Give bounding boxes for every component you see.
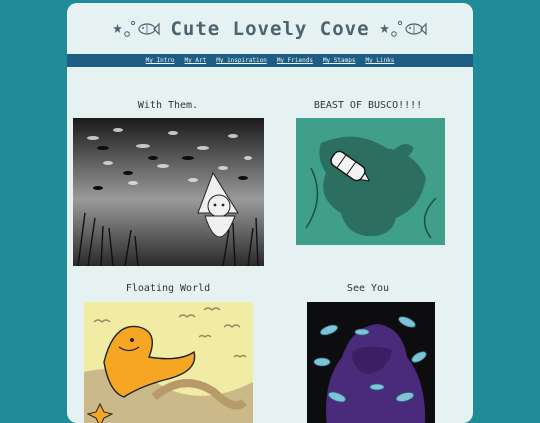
nav-link-stamps[interactable]: My Stamps xyxy=(323,57,356,64)
artwork-caption: Floating World xyxy=(125,283,211,294)
artwork-image-with-them[interactable] xyxy=(73,118,264,266)
nav-link-intro[interactable]: My Intro xyxy=(146,57,175,64)
fish-icon xyxy=(404,22,427,36)
star-icon xyxy=(379,24,389,33)
bubbles-icon xyxy=(390,18,403,40)
header-decoration-left xyxy=(113,17,161,41)
artwork-image-beast-of-busco[interactable] xyxy=(296,118,445,245)
star-icon xyxy=(113,24,123,33)
art-gallery: With Them. BEAST OF BUSCO!!!! Floating W… xyxy=(67,67,473,423)
artwork-caption: With Them. xyxy=(137,100,199,111)
nav-bar: My Intro My Art My inspiration My Friend… xyxy=(67,54,473,67)
page-container: Cute Lovely Cove My Intro My Art My insp… xyxy=(67,3,473,423)
nav-link-friends[interactable]: My Friends xyxy=(277,57,313,64)
artwork-caption: BEAST OF BUSCO!!!! xyxy=(313,100,423,111)
site-title: Cute Lovely Cove xyxy=(170,17,370,40)
nav-link-inspiration[interactable]: My inspiration xyxy=(216,57,267,64)
artwork-caption: See You xyxy=(346,283,390,294)
header-decoration-right xyxy=(379,17,427,41)
nav-link-links[interactable]: My Links xyxy=(365,57,394,64)
nav-link-art[interactable]: My Art xyxy=(185,57,207,64)
fish-icon xyxy=(138,22,161,36)
bubbles-icon xyxy=(124,18,136,40)
site-header: Cute Lovely Cove xyxy=(67,3,473,54)
